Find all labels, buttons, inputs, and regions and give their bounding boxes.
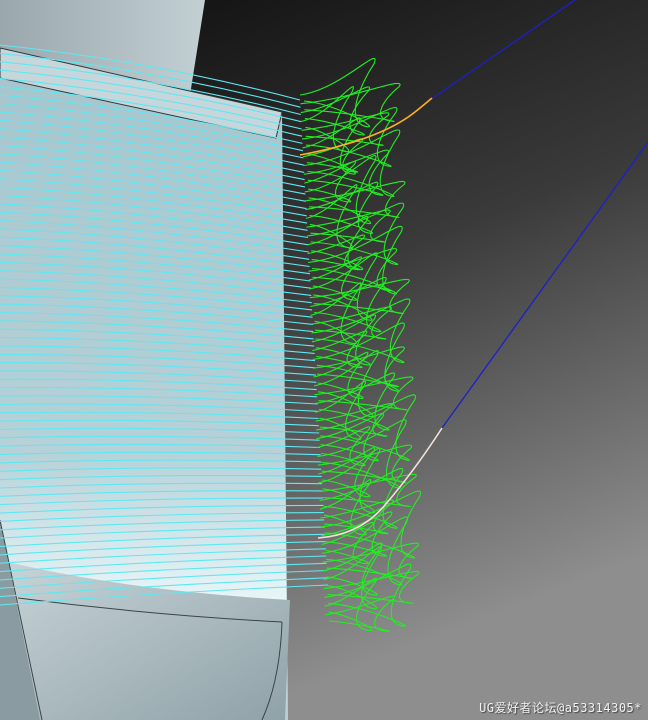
cam-scene	[0, 0, 648, 720]
cam-graphics-viewport[interactable]: UG爱好者论坛@a53314305*	[0, 0, 648, 720]
forum-watermark: UG爱好者论坛@a53314305*	[479, 701, 642, 715]
